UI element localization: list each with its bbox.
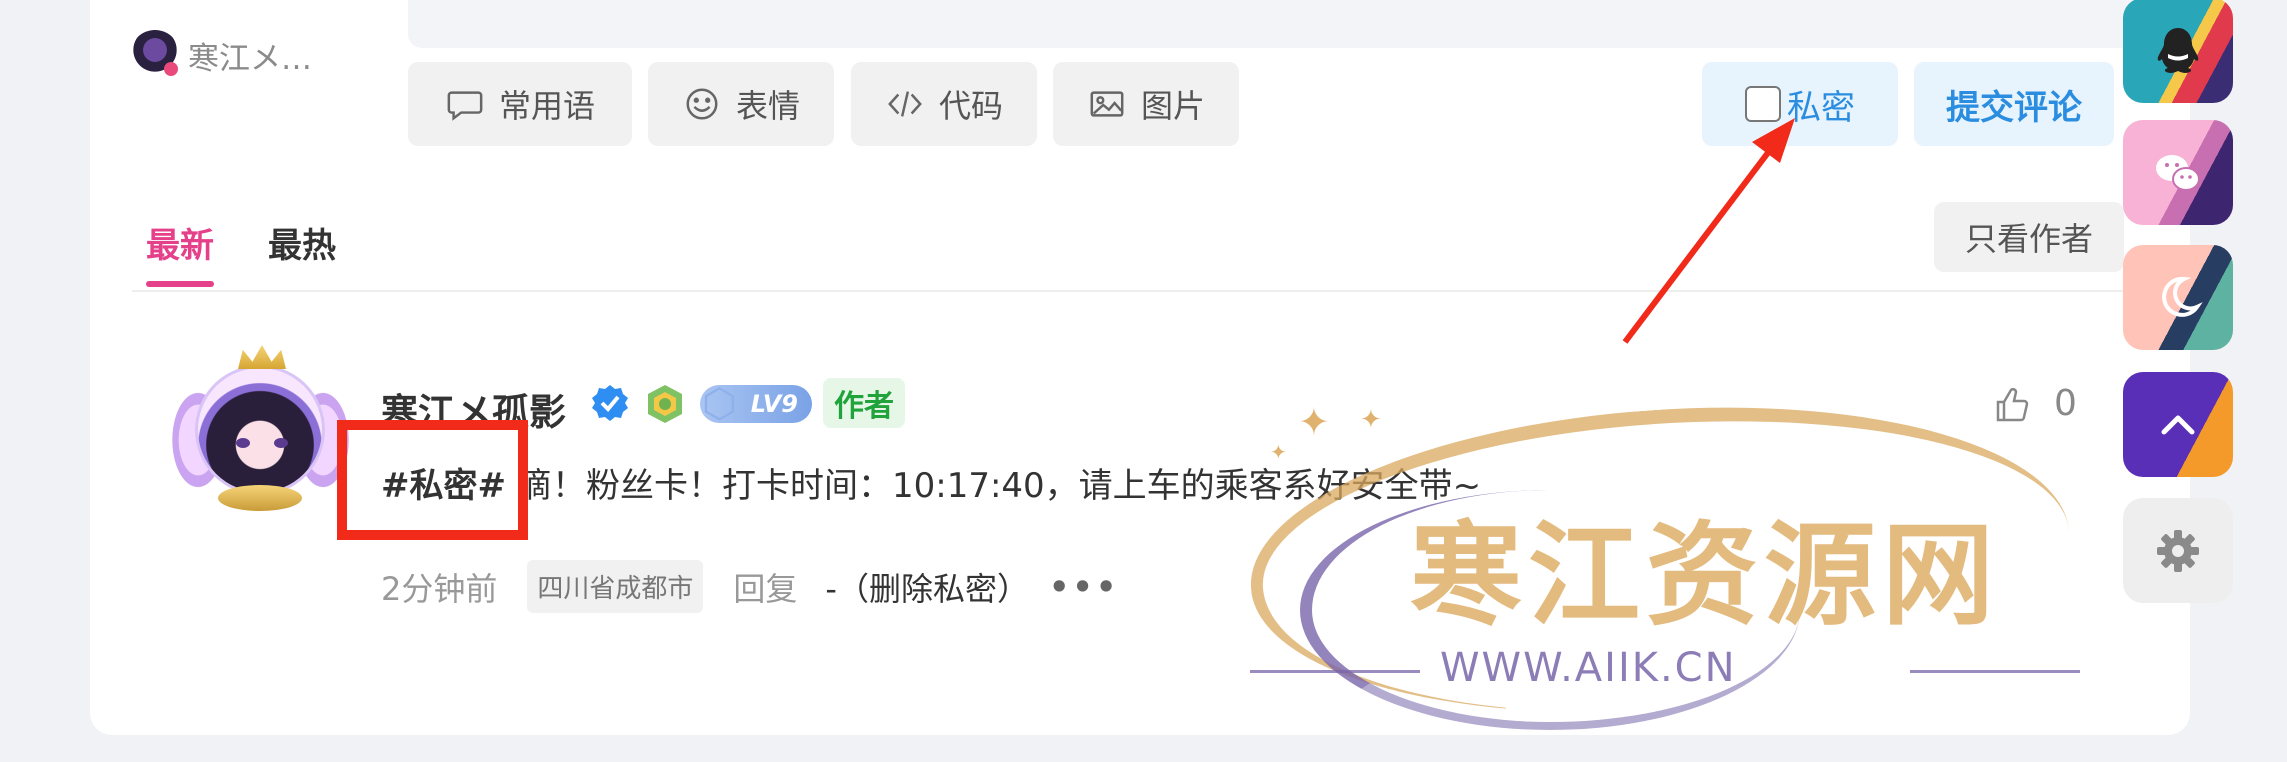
comment-location: 四川省成都市 bbox=[527, 560, 704, 613]
submit-comment-button[interactable]: 提交评论 bbox=[1914, 62, 2114, 146]
tab-latest[interactable]: 最新 bbox=[146, 218, 214, 287]
settings-button[interactable] bbox=[2123, 498, 2233, 603]
emoji-label: 表情 bbox=[735, 87, 800, 125]
emoji-button[interactable]: 表情 bbox=[648, 62, 834, 146]
page: 寒江メ… 常用语 表情 代码 图片 私密 提交评论 最新 最热 只看作者 寒江メ… bbox=[0, 0, 2287, 762]
speech-bubble-icon bbox=[445, 84, 485, 124]
code-icon bbox=[885, 84, 925, 124]
reply-button[interactable]: 回复 bbox=[733, 564, 797, 610]
delete-private-link[interactable]: -（删除私密） bbox=[825, 564, 1029, 610]
current-user: 寒江メ… bbox=[130, 30, 312, 80]
like-count: 0 bbox=[2054, 383, 2077, 424]
moon-icon bbox=[2162, 276, 2203, 317]
thumbs-up-icon bbox=[1996, 387, 2029, 421]
comment-editor[interactable] bbox=[408, 0, 2193, 48]
current-user-name: 寒江メ… bbox=[188, 40, 312, 77]
wechat-icon bbox=[2156, 154, 2200, 191]
back-to-top-button[interactable] bbox=[2123, 372, 2233, 477]
chevron-up-icon bbox=[2161, 415, 2195, 434]
sort-tabs: 最新 最热 bbox=[146, 218, 336, 287]
like-button[interactable]: 0 bbox=[1992, 383, 2077, 424]
dark-mode-button[interactable] bbox=[2123, 245, 2233, 350]
annotation-highlight-box bbox=[337, 420, 528, 540]
comment-time: 2分钟前 bbox=[381, 569, 498, 608]
image-button[interactable]: 图片 bbox=[1053, 62, 1239, 146]
divider bbox=[132, 290, 2142, 292]
verified-icon bbox=[592, 385, 628, 421]
commenter-avatar[interactable] bbox=[168, 345, 353, 525]
author-tag: 作者 bbox=[823, 378, 905, 428]
avatar-frame-base bbox=[218, 485, 302, 511]
more-options-button[interactable]: ••• bbox=[1049, 568, 1119, 606]
avatar-image bbox=[195, 365, 325, 495]
code-label: 代码 bbox=[938, 87, 1003, 125]
crown-icon bbox=[238, 345, 286, 369]
common-phrases-label: 常用语 bbox=[498, 87, 595, 125]
qq-icon bbox=[2157, 27, 2199, 73]
code-button[interactable]: 代码 bbox=[851, 62, 1037, 146]
wechat-share-button[interactable] bbox=[2123, 120, 2233, 225]
current-user-avatar bbox=[130, 30, 180, 80]
private-toggle[interactable]: 私密 bbox=[1702, 62, 1898, 146]
private-checkbox[interactable] bbox=[1745, 86, 1781, 122]
gem-badge-icon bbox=[648, 385, 682, 423]
gear-icon bbox=[2157, 529, 2199, 572]
image-icon bbox=[1087, 84, 1127, 124]
private-label: 私密 bbox=[1787, 87, 1855, 128]
level-badge: LV9 bbox=[700, 381, 812, 427]
comment-body: #私密# 滴！粉丝卡！打卡时间：10:17:40，请上车的乘客系好安全带~ bbox=[381, 458, 1481, 507]
qq-share-button[interactable] bbox=[2123, 0, 2233, 103]
image-label: 图片 bbox=[1140, 87, 1205, 125]
common-phrases-button[interactable]: 常用语 bbox=[408, 62, 632, 146]
only-author-button[interactable]: 只看作者 bbox=[1934, 202, 2124, 272]
comment-meta: 2分钟前 四川省成都市 回复 -（删除私密） ••• bbox=[381, 560, 1119, 613]
smiley-icon bbox=[682, 84, 722, 124]
tab-hot[interactable]: 最热 bbox=[268, 218, 336, 267]
comment-text: 滴！粉丝卡！打卡时间：10:17:40，请上车的乘客系好安全带~ bbox=[517, 466, 1482, 506]
